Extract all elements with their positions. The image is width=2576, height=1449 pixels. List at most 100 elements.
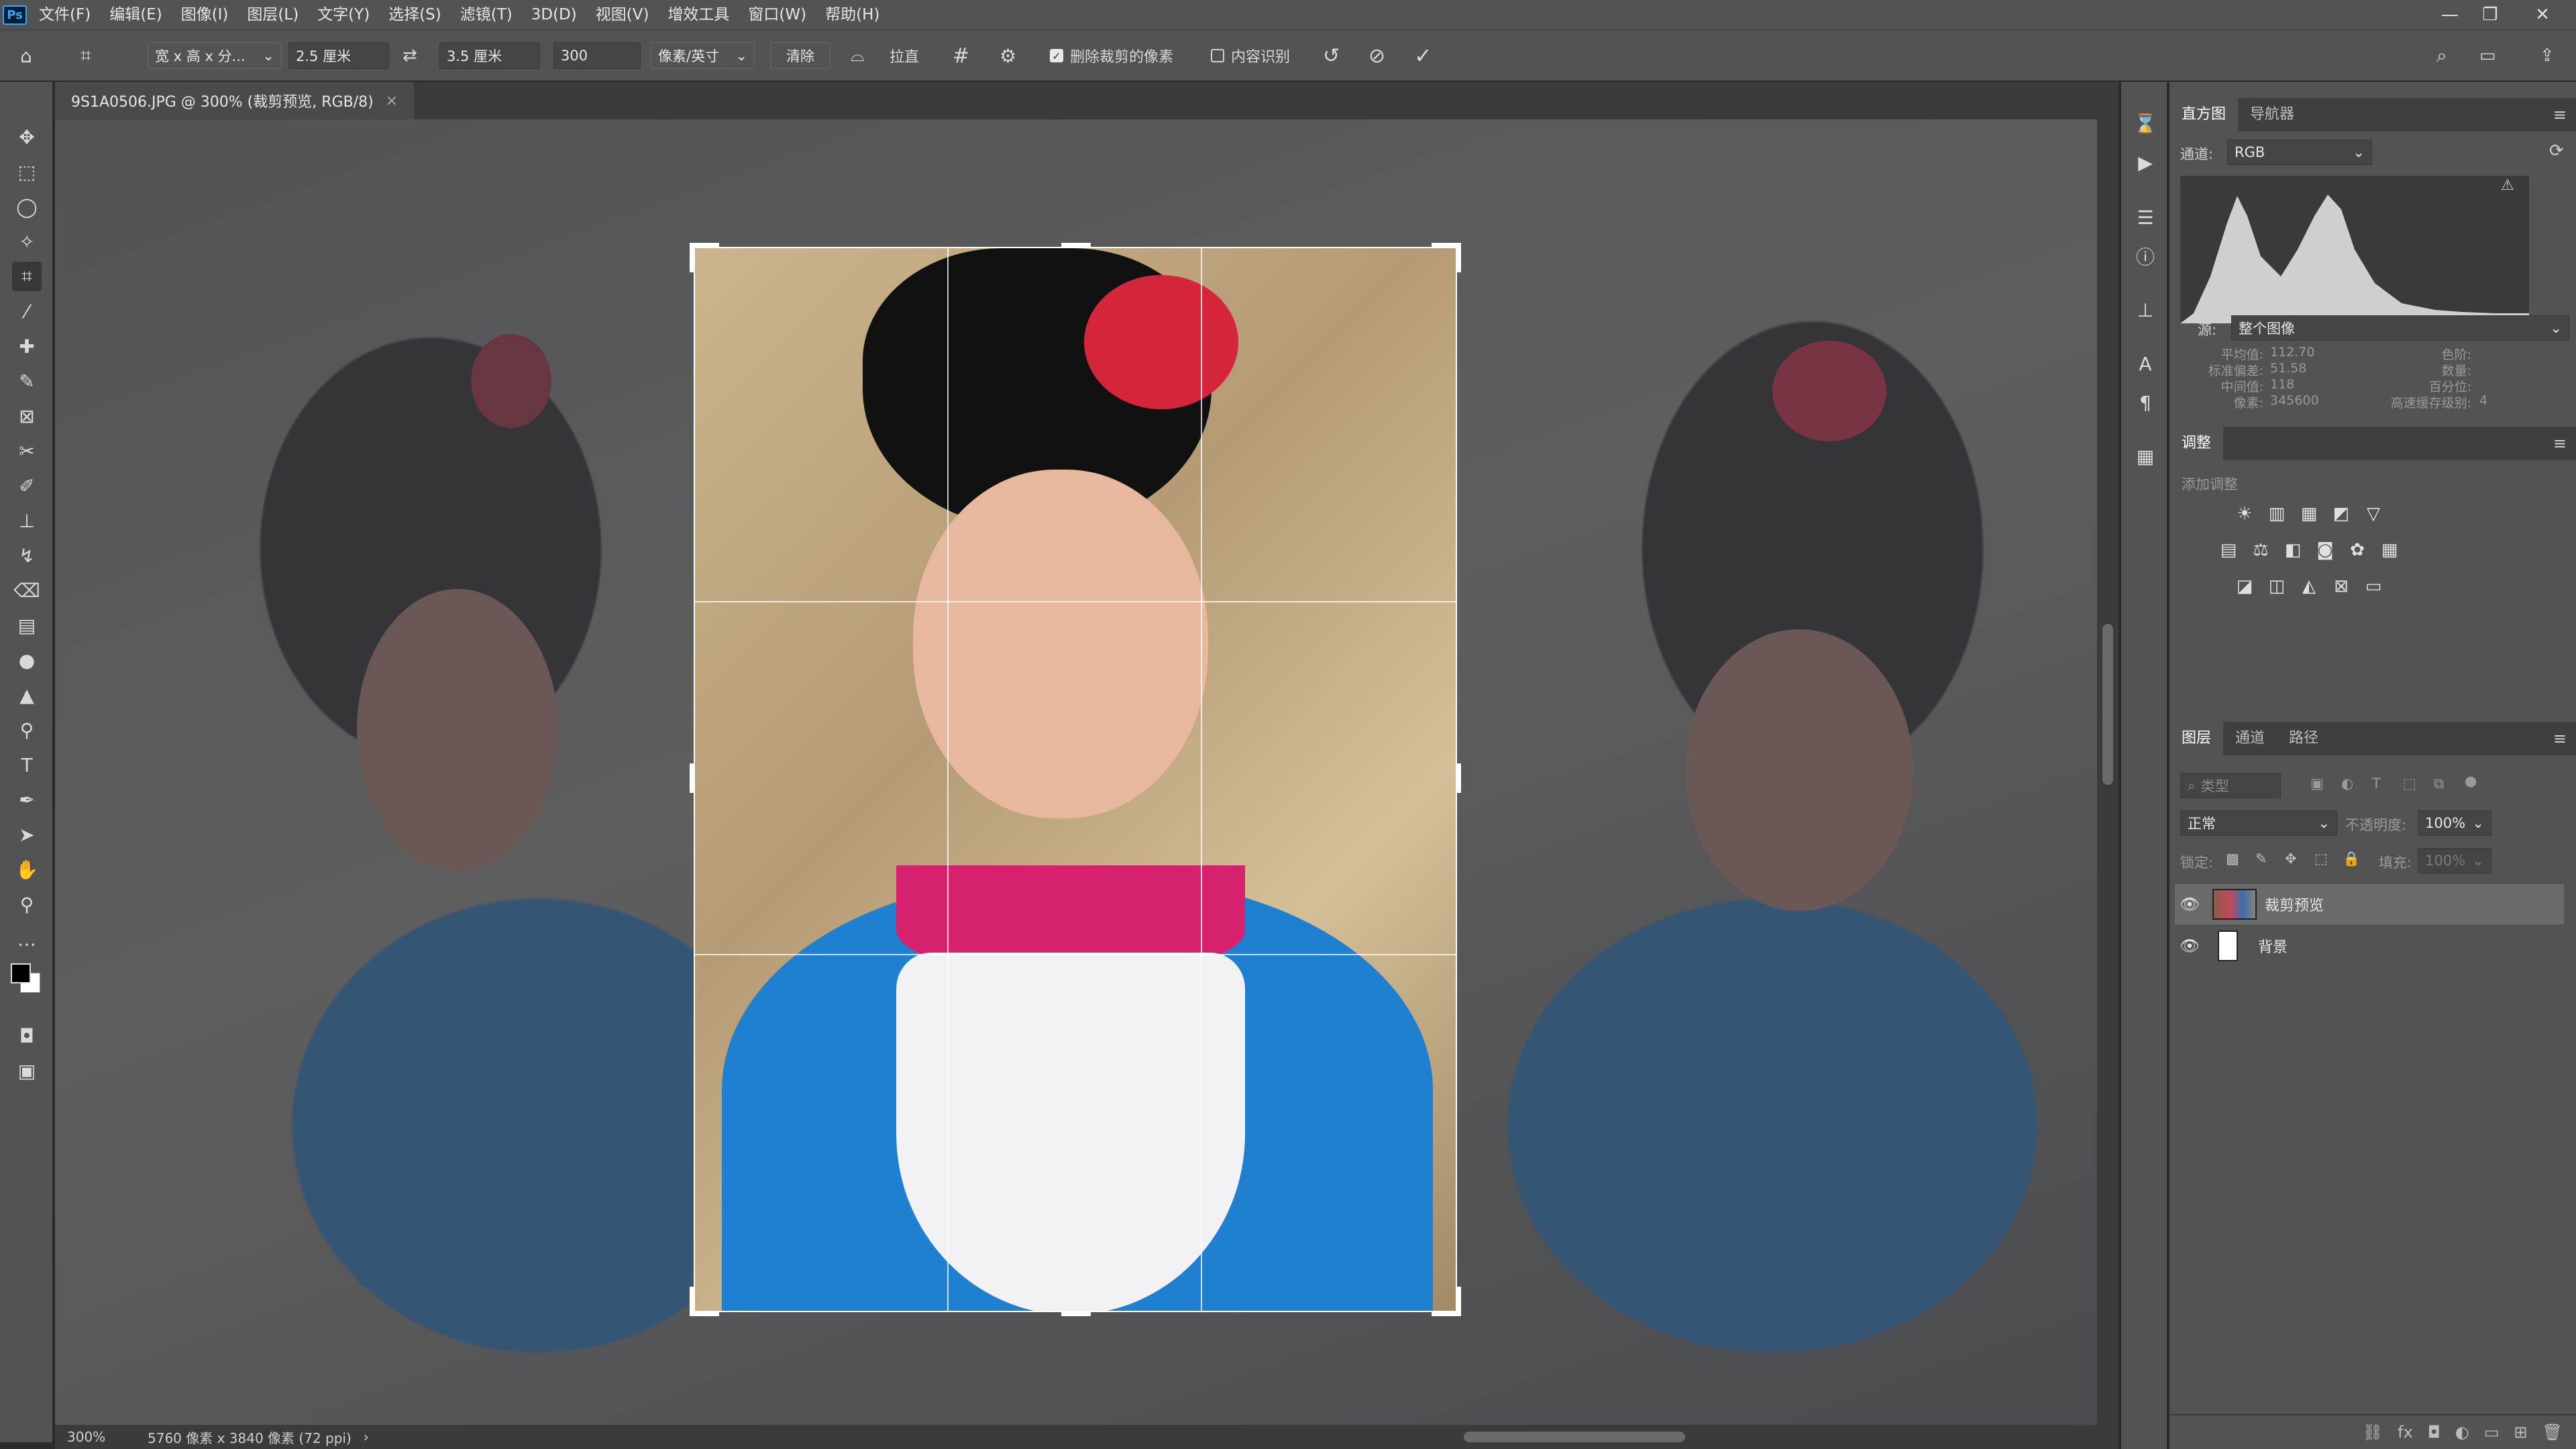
vibrance-icon[interactable]: ▽ bbox=[2361, 502, 2385, 526]
layer-name[interactable]: 裁剪预览 bbox=[2265, 894, 2324, 915]
layer-name[interactable]: 背景 bbox=[2258, 935, 2288, 957]
tab-channels[interactable]: 通道 bbox=[2223, 722, 2277, 755]
filter-smart-object-icon[interactable]: ⧉ bbox=[2434, 775, 2444, 792]
workspace-icon[interactable]: ▭ bbox=[2479, 40, 2496, 72]
fill-input[interactable]: 100% ⌄ bbox=[2418, 848, 2491, 873]
zoom-level[interactable]: 300% bbox=[67, 1429, 141, 1445]
color-swatches[interactable] bbox=[8, 961, 43, 1001]
crop-handle-left[interactable] bbox=[690, 763, 695, 793]
color-lookup-icon[interactable]: ▦ bbox=[2377, 538, 2402, 562]
more-tools-icon[interactable]: … bbox=[12, 924, 42, 954]
photo-filter-icon[interactable]: ◙ bbox=[2313, 538, 2337, 562]
lock-image-icon[interactable]: ✎ bbox=[2255, 851, 2267, 867]
crop-handle-bottom[interactable] bbox=[1061, 1311, 1091, 1316]
status-menu-arrow[interactable]: › bbox=[364, 1429, 369, 1445]
brightness-contrast-icon[interactable]: ☀ bbox=[2233, 502, 2257, 526]
actions-play-icon[interactable]: ▶ bbox=[2131, 148, 2160, 177]
home-icon[interactable]: ⌂ bbox=[20, 40, 32, 72]
stamp-tool-icon[interactable]: ⊥ bbox=[12, 506, 42, 535]
restore-button[interactable]: ❐ bbox=[2470, 0, 2510, 30]
gradient-tool-icon[interactable]: ▤ bbox=[12, 610, 42, 640]
settings-gear-icon[interactable]: ⚙ bbox=[1000, 40, 1016, 72]
content-aware-checkbox[interactable]: 内容识别 bbox=[1211, 40, 1290, 72]
tab-layers[interactable]: 图层 bbox=[2169, 722, 2224, 755]
magic-wand-tool-icon[interactable]: ✧ bbox=[12, 227, 42, 256]
info-icon[interactable]: ⓘ bbox=[2131, 241, 2160, 271]
channel-mixer-icon[interactable]: ✿ bbox=[2345, 538, 2369, 562]
history-icon[interactable]: ⌛ bbox=[2131, 109, 2160, 138]
invert-icon[interactable]: ◪ bbox=[2233, 574, 2257, 598]
blend-mode-select[interactable]: 正常 ⌄ bbox=[2180, 810, 2337, 836]
crop-handle-bottom-right[interactable] bbox=[1456, 1287, 1461, 1316]
healing-brush-tool-icon[interactable]: ✚ bbox=[12, 331, 42, 361]
straighten-button[interactable]: 拉直 bbox=[890, 40, 919, 72]
menu-plugins[interactable]: 增效工具 bbox=[658, 0, 739, 30]
dodge-tool-icon[interactable]: ⚲ bbox=[12, 715, 42, 745]
layer-row-background[interactable]: 👁 背景 bbox=[2175, 926, 2564, 966]
warning-icon[interactable]: ⚠ bbox=[2501, 177, 2514, 194]
frame-tool-icon[interactable]: ⊠ bbox=[12, 401, 42, 431]
filter-type-icon[interactable]: T bbox=[2372, 775, 2381, 792]
lock-all-icon[interactable]: 🔒 bbox=[2343, 851, 2360, 867]
menu-3d[interactable]: 3D(D) bbox=[522, 0, 586, 30]
eyedropper-tool-icon[interactable]: ⁄ bbox=[12, 297, 42, 326]
selective-color-icon[interactable]: ⊠ bbox=[2329, 574, 2353, 598]
menu-select[interactable]: 选择(S) bbox=[379, 0, 451, 30]
clone-source-icon[interactable]: ⊥ bbox=[2131, 295, 2160, 325]
move-tool-icon[interactable]: ✥ bbox=[12, 122, 42, 152]
new-adjustment-layer-icon[interactable]: ◐ bbox=[2455, 1423, 2469, 1442]
levels-icon[interactable]: ▥ bbox=[2265, 502, 2289, 526]
filter-toggle-icon[interactable]: ● bbox=[2465, 773, 2477, 789]
history-brush-icon[interactable]: ↯ bbox=[12, 541, 42, 570]
libraries-icon[interactable]: ▦ bbox=[2131, 441, 2160, 471]
paragraph-icon[interactable]: ¶ bbox=[2131, 388, 2160, 417]
link-layers-icon[interactable]: ⛓ bbox=[2363, 1423, 2383, 1442]
opacity-input[interactable]: 100% ⌄ bbox=[2418, 810, 2491, 836]
visibility-eye-icon[interactable]: 👁 bbox=[2175, 895, 2204, 914]
vertical-scrollbar[interactable] bbox=[2097, 119, 2118, 1425]
vertical-scrollbar-thumb[interactable] bbox=[2102, 624, 2113, 785]
tab-histogram[interactable]: 直方图 bbox=[2169, 98, 2239, 131]
crop-handle-top[interactable] bbox=[1061, 243, 1091, 248]
clone-tool-icon[interactable]: ✂ bbox=[12, 436, 42, 466]
panel-menu-icon[interactable]: ≡ bbox=[2553, 729, 2567, 748]
hue-saturation-icon[interactable]: ▤ bbox=[2216, 538, 2241, 562]
eraser-tool-icon[interactable]: ⌫ bbox=[12, 576, 42, 605]
lock-artboard-icon[interactable]: ⬚ bbox=[2314, 851, 2328, 867]
zoom-tool-icon[interactable]: ⚲ bbox=[12, 890, 42, 919]
visibility-eye-icon[interactable]: 👁 bbox=[2175, 936, 2204, 955]
close-tab-icon[interactable]: × bbox=[386, 93, 398, 109]
foreground-color-swatch[interactable] bbox=[11, 963, 31, 983]
crop-handle-right[interactable] bbox=[1456, 763, 1461, 793]
search-icon[interactable]: ⌕ bbox=[2436, 40, 2447, 72]
exposure-icon[interactable]: ◩ bbox=[2329, 502, 2353, 526]
layer-row-crop-preview[interactable]: 👁 裁剪预览 bbox=[2175, 884, 2564, 924]
curves-icon[interactable]: ▦ bbox=[2297, 502, 2321, 526]
horizontal-scrollbar-thumb[interactable] bbox=[1464, 1432, 1685, 1442]
crop-handle-bottom-left[interactable] bbox=[690, 1287, 695, 1316]
sharpen-tool-icon[interactable]: ▲ bbox=[12, 680, 42, 710]
filter-adjustment-icon[interactable]: ◐ bbox=[2341, 775, 2353, 792]
resolution-input[interactable]: 300 bbox=[553, 42, 641, 69]
source-select[interactable]: 整个图像 ⌄ bbox=[2231, 315, 2569, 341]
menu-type[interactable]: 文字(Y) bbox=[308, 0, 379, 30]
menu-edit[interactable]: 编辑(E) bbox=[100, 0, 171, 30]
share-icon[interactable]: ⇪ bbox=[2540, 40, 2555, 72]
panel-menu-icon[interactable]: ≡ bbox=[2553, 434, 2567, 453]
screen-mode-icon[interactable]: ▣ bbox=[12, 1056, 42, 1085]
refresh-icon[interactable]: ⟳ bbox=[2549, 141, 2564, 161]
clear-button[interactable]: 清除 bbox=[770, 42, 830, 69]
crop-handle-top-right[interactable] bbox=[1456, 243, 1461, 272]
resolution-unit-select[interactable]: 像素/英寸 ⌄ bbox=[651, 42, 755, 69]
pen-tool-icon[interactable]: ✒ bbox=[12, 785, 42, 814]
layer-filter-select[interactable]: ⌕ 类型 bbox=[2180, 773, 2281, 798]
close-window-button[interactable]: ✕ bbox=[2522, 0, 2563, 30]
type-tool-icon[interactable]: T bbox=[12, 750, 42, 780]
new-layer-icon[interactable]: ⊞ bbox=[2514, 1423, 2527, 1442]
menu-file[interactable]: 文件(F) bbox=[30, 0, 100, 30]
ratio-preset-select[interactable]: 宽 x 高 x 分... ⌄ bbox=[148, 42, 282, 69]
tab-adjustments[interactable]: 调整 bbox=[2169, 427, 2224, 460]
channel-select[interactable]: RGB ⌄ bbox=[2227, 140, 2372, 165]
hand-tool-icon[interactable]: ✋ bbox=[12, 855, 42, 884]
blur-tool-icon[interactable]: ● bbox=[12, 645, 42, 675]
